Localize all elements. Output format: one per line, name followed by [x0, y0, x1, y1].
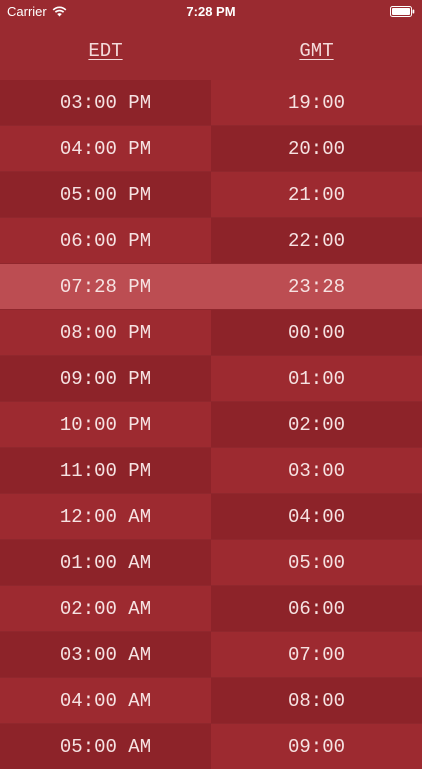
time-row[interactable]: 10:00 PM 02:00: [0, 402, 422, 448]
time-row[interactable]: 08:00 PM 00:00: [0, 310, 422, 356]
time-conversion-list: 03:00 PM 19:00 04:00 PM 20:00 05:00 PM 2…: [0, 80, 422, 769]
status-time: 7:28 PM: [186, 4, 236, 19]
gmt-time: 21:00: [211, 172, 422, 217]
edt-time: 05:00 PM: [0, 172, 211, 217]
gmt-time: 01:00: [211, 356, 422, 401]
edt-time: 02:00 AM: [0, 586, 211, 631]
time-row[interactable]: 03:00 AM 07:00: [0, 632, 422, 678]
gmt-time: 05:00: [211, 540, 422, 585]
edt-time: 05:00 AM: [0, 724, 211, 769]
edt-time: 08:00 PM: [0, 310, 211, 355]
edt-time: 06:00 PM: [0, 218, 211, 263]
time-row[interactable]: 11:00 PM 03:00: [0, 448, 422, 494]
gmt-time: 07:00: [211, 632, 422, 677]
time-row[interactable]: 09:00 PM 01:00: [0, 356, 422, 402]
time-row[interactable]: 12:00 AM 04:00: [0, 494, 422, 540]
edt-time: 01:00 AM: [0, 540, 211, 585]
gmt-time: 09:00: [211, 724, 422, 769]
edt-time: 07:28 PM: [0, 264, 211, 309]
gmt-time: 04:00: [211, 494, 422, 539]
gmt-time: 20:00: [211, 126, 422, 171]
edt-time: 11:00 PM: [0, 448, 211, 493]
gmt-time: 08:00: [211, 678, 422, 723]
zone-edt-label[interactable]: EDT: [0, 22, 211, 80]
time-row[interactable]: 03:00 PM 19:00: [0, 80, 422, 126]
gmt-time: 23:28: [211, 264, 422, 309]
edt-time: 12:00 AM: [0, 494, 211, 539]
timezone-header: EDT GMT: [0, 22, 422, 80]
time-row[interactable]: 05:00 AM 09:00: [0, 724, 422, 769]
time-row[interactable]: 01:00 AM 05:00: [0, 540, 422, 586]
edt-time: 04:00 AM: [0, 678, 211, 723]
edt-time: 04:00 PM: [0, 126, 211, 171]
time-row[interactable]: 04:00 PM 20:00: [0, 126, 422, 172]
gmt-time: 00:00: [211, 310, 422, 355]
time-row[interactable]: 02:00 AM 06:00: [0, 586, 422, 632]
gmt-time: 02:00: [211, 402, 422, 447]
edt-time: 10:00 PM: [0, 402, 211, 447]
edt-time: 09:00 PM: [0, 356, 211, 401]
battery-icon: [390, 6, 415, 17]
gmt-time: 06:00: [211, 586, 422, 631]
zone-gmt-label[interactable]: GMT: [211, 22, 422, 80]
time-row[interactable]: 04:00 AM 08:00: [0, 678, 422, 724]
time-row[interactable]: 06:00 PM 22:00: [0, 218, 422, 264]
edt-time: 03:00 AM: [0, 632, 211, 677]
gmt-time: 03:00: [211, 448, 422, 493]
edt-time: 03:00 PM: [0, 80, 211, 125]
gmt-time: 19:00: [211, 80, 422, 125]
gmt-time: 22:00: [211, 218, 422, 263]
current-time-row[interactable]: 07:28 PM 23:28: [0, 264, 422, 310]
status-bar: Carrier 7:28 PM: [0, 0, 422, 22]
time-row[interactable]: 05:00 PM 21:00: [0, 172, 422, 218]
